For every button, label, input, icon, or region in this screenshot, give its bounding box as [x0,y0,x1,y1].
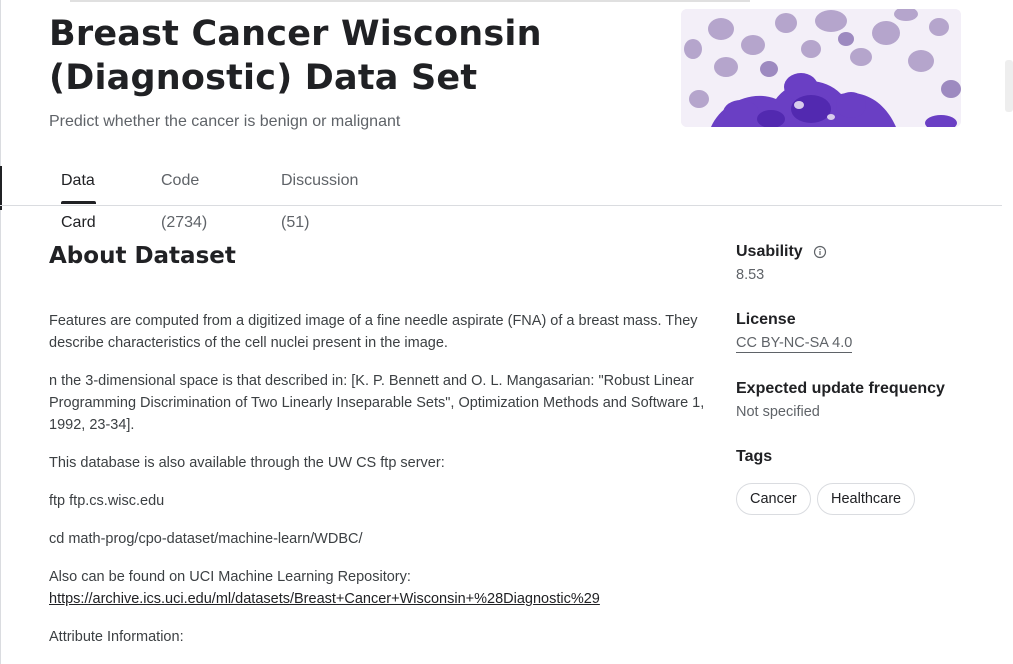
about-paragraph-4: ftp ftp.cs.wisc.edu [49,493,165,509]
usability-value: 8.53 [736,267,765,283]
about-paragraph-2: n the 3-dimensional space is that descri… [49,373,705,433]
page-left-border [0,0,1,664]
about-paragraph-7: Attribute Information: [49,629,184,645]
about-paragraph-5: cd math-prog/cpo-dataset/machine-learn/W… [49,531,363,547]
page-subtitle: Predict whether the cancer is benign or … [49,113,401,130]
uci-repository-link[interactable]: https://archive.ics.uci.edu/ml/datasets/… [49,591,600,607]
top-divider [70,0,750,2]
scrollbar-thumb[interactable] [1005,60,1013,112]
update-frequency-label: Expected update frequency [736,380,945,397]
usability-label: Usability [736,243,803,260]
about-heading: About Dataset [49,243,236,269]
page-title: Breast Cancer Wisconsin (Diagnostic) Dat… [49,14,542,98]
license-label: License [736,311,796,328]
tags-label: Tags [736,448,773,465]
info-circle-icon[interactable] [813,244,827,259]
about-paragraph-1: Features are computed from a digitized i… [49,313,698,351]
tab-discussion[interactable]: Discussion (51) [281,160,358,231]
update-frequency-value: Not specified [736,404,820,420]
tab-data-card[interactable]: Data Card [61,160,96,231]
license-link[interactable]: CC BY-NC-SA 4.0 [736,335,853,353]
about-paragraph-6: Also can be found on UCI Machine Learnin… [49,566,719,610]
left-edge-marker [0,166,2,210]
uci-intro-text: Also can be found on UCI Machine Learnin… [49,569,411,585]
about-paragraph-3: This database is also available through … [49,455,445,471]
tag-healthcare[interactable]: Healthcare [817,483,916,515]
tabs-divider [0,205,1002,206]
tab-code[interactable]: Code (2734) [161,160,207,231]
tag-cancer[interactable]: Cancer [736,483,811,515]
dataset-cover-image [681,9,961,127]
